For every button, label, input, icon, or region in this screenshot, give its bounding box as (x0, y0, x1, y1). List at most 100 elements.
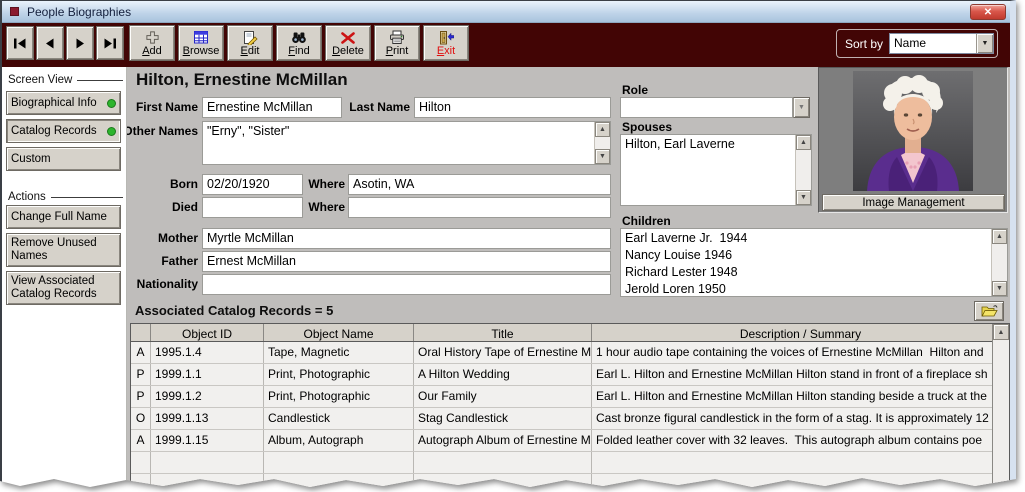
children-scrollbar[interactable]: ▲ ▼ (991, 229, 1007, 296)
plus-icon (145, 30, 159, 44)
object-id-cell[interactable]: 1999.1.13 (151, 408, 264, 429)
record-type-cell[interactable]: A (131, 430, 151, 451)
object-name-cell[interactable]: Album, Autograph (264, 430, 414, 451)
father-field[interactable]: Ernest McMillan (202, 251, 611, 272)
screenshot-shadow: People Biographies ✕ Add Browse Edit Fin… (0, 0, 1025, 492)
table-scrollbar[interactable]: ▲ (992, 324, 1009, 487)
table-row[interactable]: A 1999.1.15 Album, Autograph Autograph A… (131, 430, 1009, 452)
record-type-cell[interactable]: O (131, 408, 151, 429)
children-listbox[interactable]: Earl Laverne Jr. 1944 Nancy Louise 1946 … (620, 228, 1008, 297)
edit-button[interactable]: Edit (227, 25, 273, 61)
spouses-scrollbar[interactable]: ▲ ▼ (795, 135, 811, 205)
exit-button[interactable]: Exit (423, 25, 469, 61)
nationality-field[interactable] (202, 274, 611, 295)
first-name-field[interactable]: Ernestine McMillan (202, 97, 342, 118)
sidebar-item-biographical-info[interactable]: Biographical Info (6, 91, 121, 115)
description-cell[interactable]: Earl L. Hilton and Ernestine McMillan Hi… (592, 386, 1009, 407)
main-panel: Hilton, Ernestine McMillan First Name Er… (127, 67, 1010, 487)
find-button[interactable]: Find (276, 25, 322, 61)
associated-catalog-records-bar: Associated Catalog Records = 5 (127, 301, 1010, 323)
sort-by-dropdown[interactable]: Name ▼ (889, 33, 994, 54)
print-button[interactable]: Print (374, 25, 420, 61)
scroll-down-icon[interactable]: ▼ (796, 190, 811, 205)
born-field[interactable]: 02/20/1920 (202, 174, 303, 195)
description-cell[interactable]: Folded leather cover with 32 leaves. Thi… (592, 430, 1009, 451)
description-cell[interactable]: Cast bronze figural candlestick in the f… (592, 408, 1009, 429)
description-cell[interactable]: 1 hour audio tape containing the voices … (592, 342, 1009, 363)
born-where-field[interactable]: Asotin, WA (348, 174, 611, 195)
object-id-cell[interactable]: 1999.1.2 (151, 386, 264, 407)
photo-panel: Image Management (818, 67, 1008, 213)
table-row[interactable]: P 1999.1.1 Print, Photographic A Hilton … (131, 364, 1009, 386)
first-record-button[interactable] (6, 26, 34, 60)
spouses-listbox[interactable]: Hilton, Earl Laverne ▲ ▼ (620, 134, 812, 206)
other-names-field[interactable]: "Erny", "Sister" ▲ ▼ (202, 121, 611, 165)
scroll-up-icon[interactable]: ▲ (796, 135, 811, 150)
remove-unused-names-label: Remove Unused Names (11, 237, 97, 262)
table-row[interactable]: P 1999.1.2 Print, Photographic Our Famil… (131, 386, 1009, 408)
add-button[interactable]: Add (129, 25, 175, 61)
scroll-down-icon[interactable]: ▼ (595, 149, 610, 164)
empty-cell (414, 474, 592, 487)
scroll-up-icon[interactable]: ▲ (992, 229, 1007, 244)
object-name-cell[interactable]: Candlestick (264, 408, 414, 429)
browse-button[interactable]: Browse (178, 25, 224, 61)
object-name-cell[interactable]: Print, Photographic (264, 386, 414, 407)
description-column-header: Description / Summary (739, 327, 862, 341)
sidebar-item-custom[interactable]: Custom (6, 147, 121, 171)
object-id-cell[interactable]: 1999.1.15 (151, 430, 264, 451)
born-label: Born (170, 177, 198, 191)
associated-catalog-records-title: Associated Catalog Records = 5 (135, 303, 334, 318)
description-cell[interactable]: Earl L. Hilton and Ernestine McMillan Hi… (592, 364, 1009, 385)
last-name-field[interactable]: Hilton (414, 97, 611, 118)
open-catalog-record-button[interactable] (974, 301, 1004, 321)
last-record-button[interactable] (96, 26, 124, 60)
change-full-name-button[interactable]: Change Full Name (6, 205, 121, 229)
died-field[interactable] (202, 197, 303, 218)
previous-record-button[interactable] (36, 26, 64, 60)
title-cell[interactable]: Autograph Album of Ernestine M (414, 430, 592, 451)
add-label: Add (142, 44, 162, 57)
empty-cell (264, 452, 414, 473)
sort-dropdown-arrow-icon[interactable]: ▼ (976, 34, 993, 53)
record-type-cell[interactable]: A (131, 342, 151, 363)
exit-label: Exit (436, 44, 456, 57)
title-cell[interactable]: Our Family (414, 386, 592, 407)
close-button[interactable]: ✕ (970, 4, 1006, 20)
scroll-up-icon[interactable]: ▲ (595, 122, 610, 137)
screen-view-header: Screen View (8, 74, 123, 86)
remove-unused-names-button[interactable]: Remove Unused Names (6, 233, 121, 267)
title-cell[interactable]: A Hilton Wedding (414, 364, 592, 385)
record-type-cell[interactable]: P (131, 364, 151, 385)
table-row[interactable]: O 1999.1.13 Candlestick Stag Candlestick… (131, 408, 1009, 430)
other-names-label: Other Names (127, 124, 198, 138)
table-icon (194, 30, 208, 43)
object-id-cell[interactable]: 1995.1.4 (151, 342, 264, 363)
object-name-cell[interactable]: Print, Photographic (264, 364, 414, 385)
role-dropdown[interactable] (620, 97, 793, 118)
sidebar-item-catalog-records[interactable]: Catalog Records (6, 119, 121, 143)
record-type-cell[interactable]: P (131, 386, 151, 407)
next-record-button[interactable] (66, 26, 94, 60)
empty-cell (592, 452, 1009, 473)
scroll-down-icon[interactable]: ▼ (992, 281, 1007, 296)
custom-label: Custom (11, 152, 51, 165)
image-management-button[interactable]: Image Management (822, 194, 1005, 211)
people-biographies-window: People Biographies ✕ Add Browse Edit Fin… (0, 0, 1016, 487)
title-cell[interactable]: Stag Candlestick (414, 408, 592, 429)
browse-label: Browse (182, 44, 220, 57)
object-name-column-header: Object Name (264, 324, 414, 341)
title-cell[interactable]: Oral History Tape of Ernestine M (414, 342, 592, 363)
role-dropdown-arrow-icon[interactable]: ▼ (793, 97, 810, 118)
delete-button[interactable]: Delete (325, 25, 371, 61)
nationality-label: Nationality (136, 277, 198, 291)
died-where-field[interactable] (348, 197, 611, 218)
scroll-up-icon[interactable]: ▲ (993, 324, 1009, 340)
view-associated-catalog-records-button[interactable]: View Associated Catalog Records (6, 271, 121, 305)
mother-field[interactable]: Myrtle McMillan (202, 228, 611, 249)
empty-cell (264, 474, 414, 487)
object-id-cell[interactable]: 1999.1.1 (151, 364, 264, 385)
table-row[interactable]: A 1995.1.4 Tape, Magnetic Oral History T… (131, 342, 1009, 364)
object-name-cell[interactable]: Tape, Magnetic (264, 342, 414, 363)
other-names-scrollbar[interactable]: ▲ ▼ (594, 122, 610, 164)
